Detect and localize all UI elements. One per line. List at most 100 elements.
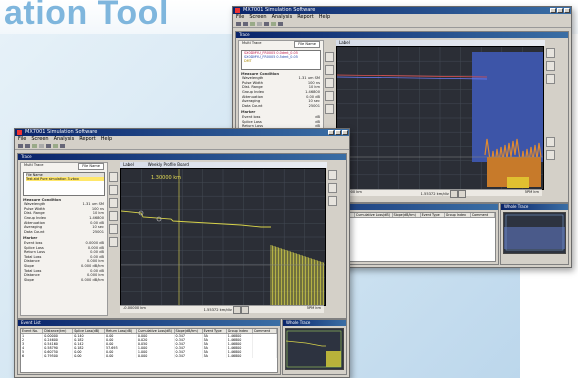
help-icon[interactable]	[60, 143, 65, 148]
measure-label: Data Count	[24, 229, 45, 234]
print-icon[interactable]	[250, 21, 255, 26]
front-trace-plot[interactable]: 1.30000 km	[120, 168, 326, 306]
front-side-tools	[109, 172, 118, 247]
col-header[interactable]: Cumulative Loss(dB)	[137, 329, 175, 333]
col-header[interactable]: Splice Loss(dB)	[73, 329, 106, 333]
table-row[interactable]: 6 0.79500 0.00 0.00 0.000 0.347 5A 1.46800	[21, 354, 277, 358]
zoom-icon[interactable]	[264, 21, 269, 26]
menu-analysis[interactable]: Analysis	[272, 14, 293, 20]
back-right-tools	[546, 48, 555, 160]
back-whole-trace-plot[interactable]	[503, 212, 566, 254]
window-title: MX7001 Simulation Software	[243, 7, 316, 13]
zoom-in-icon[interactable]	[449, 190, 458, 198]
marker-icon[interactable]	[271, 21, 276, 26]
pan-button[interactable]	[546, 150, 555, 160]
measure-value: 25001	[92, 229, 104, 234]
save-icon[interactable]	[25, 143, 30, 148]
marker-label: Slope	[24, 277, 34, 282]
menu-report[interactable]: Report	[297, 14, 314, 20]
menu-report[interactable]: Report	[79, 136, 96, 142]
file-select[interactable]: File Name	[78, 163, 104, 170]
zoom-in-button[interactable]	[546, 48, 555, 58]
zoom-fit-button[interactable]	[328, 196, 337, 206]
menu-file[interactable]: File	[236, 14, 244, 20]
tool-button[interactable]	[109, 224, 118, 234]
trace-icon[interactable]	[39, 143, 44, 148]
mini-trace-block	[504, 227, 565, 249]
menu-help[interactable]: Help	[101, 136, 112, 142]
tool-button[interactable]	[325, 52, 334, 62]
zoom-out-button[interactable]	[328, 183, 337, 193]
front-info-panel: Multi Trace File Name File Name Test.std …	[20, 162, 108, 316]
plot-readout: 1.30000 km	[151, 175, 181, 181]
close-button[interactable]	[564, 8, 570, 13]
tool-button[interactable]	[325, 78, 334, 88]
col-header[interactable]: Event Type	[421, 213, 445, 217]
print-icon[interactable]	[32, 143, 37, 148]
trace-icon[interactable]	[257, 21, 262, 26]
col-header[interactable]: Comment	[253, 329, 277, 333]
maximize-button[interactable]	[557, 8, 563, 13]
open-icon[interactable]	[18, 143, 23, 148]
minimize-button[interactable]	[328, 130, 334, 135]
zoom-out-button[interactable]	[546, 61, 555, 71]
menu-screen[interactable]: Screen	[31, 136, 48, 142]
front-whole-trace-frame: Whole Trace	[282, 319, 347, 375]
tool-button[interactable]	[109, 198, 118, 208]
save-icon[interactable]	[243, 21, 248, 26]
tool-button[interactable]	[325, 91, 334, 101]
back-plot-status: -0.00000 km 1.55372 km/div 5PM km	[336, 189, 542, 198]
close-button[interactable]	[342, 130, 348, 135]
menu-screen[interactable]: Screen	[249, 14, 266, 20]
col-header[interactable]: Group Index	[445, 213, 471, 217]
tool-button[interactable]	[109, 237, 118, 247]
col-header[interactable]: Group Index	[227, 329, 253, 333]
tool-button[interactable]	[109, 172, 118, 182]
zoom-out-icon[interactable]	[457, 190, 466, 198]
pan-button[interactable]	[546, 137, 555, 147]
menu-help[interactable]: Help	[319, 14, 330, 20]
zoom-in-button[interactable]	[328, 170, 337, 180]
col-header[interactable]: Event No.	[21, 329, 44, 333]
front-right-tools	[328, 170, 337, 206]
table-cell: 0.79500	[43, 354, 74, 358]
marker-icon[interactable]	[53, 143, 58, 148]
back-window-titlebar: MX7001 Simulation Software	[233, 7, 571, 14]
zoom-out-icon[interactable]	[240, 306, 249, 314]
tool-button[interactable]	[109, 185, 118, 195]
col-header[interactable]: Distance(km)	[43, 329, 74, 333]
file-select[interactable]: File Name	[294, 41, 320, 48]
tool-button[interactable]	[325, 65, 334, 75]
help-icon[interactable]	[278, 21, 283, 26]
zoom-in-icon[interactable]	[232, 306, 241, 314]
file-item[interactable]: DMT	[244, 59, 320, 63]
front-mini-svg	[285, 330, 342, 368]
col-header[interactable]: Slope(dB/km)	[175, 329, 203, 333]
back-trace-plot[interactable]	[336, 46, 544, 190]
zoom-fit-button[interactable]	[546, 74, 555, 84]
file-list[interactable]: File Name Test.std Pure simulation 3.vbx…	[23, 171, 105, 196]
multi-trace-label: Multi Trace	[242, 41, 262, 45]
col-header[interactable]: Cumulative Loss(dB)	[355, 213, 393, 217]
front-window-titlebar: MX7001 Simulation Software	[15, 129, 349, 136]
menu-analysis[interactable]: Analysis	[54, 136, 75, 142]
menu-file[interactable]: File	[18, 136, 26, 142]
trace-yellow-block	[507, 177, 529, 188]
col-header[interactable]: Comment	[471, 213, 495, 217]
col-header[interactable]: Slope(dB/km)	[393, 213, 421, 217]
front-event-table: Event No. Distance(km) Splice Loss(dB) R…	[20, 328, 278, 373]
col-header[interactable]: Event Type	[203, 329, 227, 333]
tool-button[interactable]	[325, 104, 334, 114]
banner-title: ation Tool	[4, 0, 169, 32]
back-trace-svg	[337, 47, 543, 189]
col-header[interactable]: Return Loss(dB)	[105, 329, 137, 333]
zoom-icon[interactable]	[46, 143, 51, 148]
file-list[interactable]: SX0DMYU_FR0005 0.0dmt_0.05 SX0DMYU_FR000…	[241, 49, 321, 70]
front-whole-trace-plot[interactable]	[285, 328, 344, 370]
file-item[interactable]: Test.std Pure simulation 3.vbxx	[26, 177, 104, 182]
open-icon[interactable]	[236, 21, 241, 26]
minimize-button[interactable]	[550, 8, 556, 13]
maximize-button[interactable]	[335, 130, 341, 135]
front-whole-trace-title: Whole Trace	[283, 320, 346, 326]
tool-button[interactable]	[109, 211, 118, 221]
